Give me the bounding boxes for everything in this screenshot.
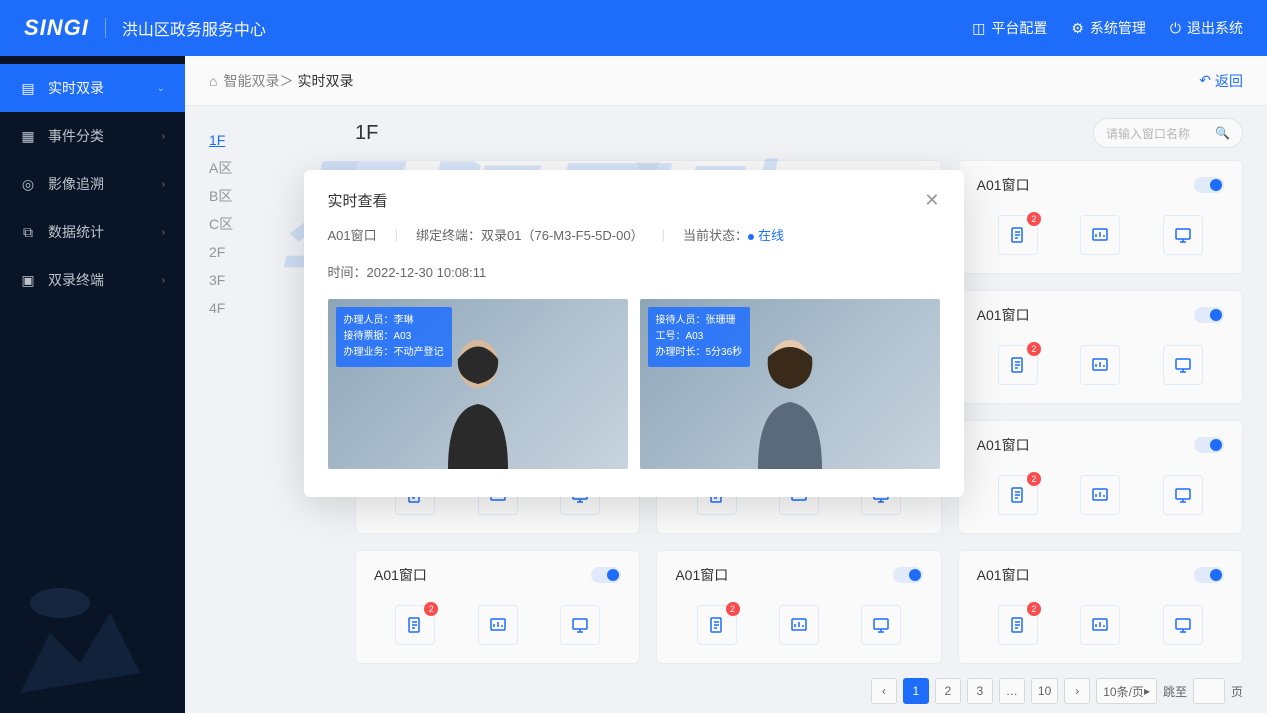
modal-mask[interactable]: 实时查看 ✕ A01窗口 | 绑定终端：双录01（76-M3-F5-5D-00）… (0, 0, 1267, 713)
realtime-view-modal: 实时查看 ✕ A01窗口 | 绑定终端：双录01（76-M3-F5-5D-00）… (304, 170, 964, 497)
modal-window: A01窗口 (328, 225, 377, 244)
close-icon[interactable]: ✕ (924, 190, 939, 211)
status-info: 当前状态：在线 (683, 225, 784, 244)
time-info: 时间：2022-12-30 10:08:11 (328, 262, 487, 281)
modal-title: 实时查看 (328, 190, 388, 211)
video-feed-staff[interactable]: 办理人员：李琳接待票据：A03办理业务：不动产登记 (328, 299, 628, 469)
video-feed-client[interactable]: 接待人员：张珊珊工号：A03办理时长：5分36秒 (640, 299, 940, 469)
bind-info: 绑定终端：双录01（76-M3-F5-5D-00） (416, 225, 644, 244)
feed-overlay: 接待人员：张珊珊工号：A03办理时长：5分36秒 (648, 307, 751, 367)
